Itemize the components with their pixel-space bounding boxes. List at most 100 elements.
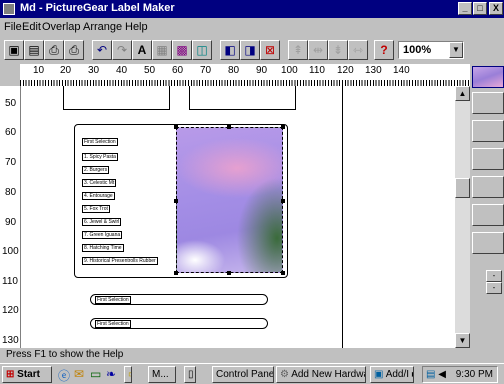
label-item[interactable]: 3. Celestic Mt <box>82 179 117 187</box>
page-margin-line <box>342 86 343 348</box>
thumbnail-slot[interactable] <box>472 148 504 170</box>
help-icon[interactable]: ? <box>374 40 394 60</box>
pill-label[interactable]: First Selection <box>90 294 268 305</box>
scroll-up-button[interactable]: ▲ <box>455 86 470 101</box>
ruler-label: 30 <box>88 65 100 76</box>
frame-tool-icon[interactable]: ▩ <box>172 40 192 60</box>
resize-handle[interactable] <box>174 199 178 203</box>
selected-label[interactable]: First Selection 1. Spicy Pasta 2. Burger… <box>74 124 288 278</box>
bring-front-icon[interactable]: ◧ <box>220 40 240 60</box>
quick-launch-channel-icon[interactable]: ❧ <box>106 367 116 381</box>
thumbnail-slot[interactable] <box>472 120 504 142</box>
menu-bar: File Edit Overlap Arrange Help <box>0 18 504 36</box>
task-button-control-panel[interactable]: Control Panel <box>212 366 274 383</box>
save-icon[interactable]: ▤ <box>24 40 44 60</box>
label-item[interactable]: 2. Burgers <box>82 166 110 174</box>
new-icon[interactable]: ▣ <box>4 40 24 60</box>
resize-handle[interactable] <box>227 125 231 129</box>
task-button-app[interactable]: ▯ <box>184 366 196 383</box>
start-button[interactable]: ⊞ Start <box>2 366 52 383</box>
pill-label[interactable]: First Selection <box>90 318 268 329</box>
image-tool-icon[interactable]: ▦ <box>152 40 172 60</box>
task-button-add-hardware[interactable]: ⚙ Add New Hardware <box>276 366 366 383</box>
task-button-add-remove[interactable]: ▣ Add/I ▸ <box>370 366 414 383</box>
clock[interactable]: 9:30 PM <box>456 367 493 382</box>
redo-icon[interactable]: ↷ <box>112 40 132 60</box>
resize-handle[interactable] <box>281 271 285 275</box>
tray-network-icon[interactable]: ▤ <box>426 369 435 380</box>
window-title: Md - PictureGear Label Maker <box>20 2 175 14</box>
task-label: M... <box>152 369 169 380</box>
menu-arrange[interactable]: Arrange <box>83 21 122 33</box>
vruler-label: 50 <box>5 98 17 109</box>
close-button[interactable]: X <box>489 2 503 15</box>
ruler-label: 50 <box>144 65 156 76</box>
vruler-label: 70 <box>5 157 17 168</box>
chevron-down-icon[interactable]: ▼ <box>449 42 463 58</box>
horizontal-ruler: 10 20 30 40 50 60 70 80 90 100 110 120 1… <box>0 64 470 87</box>
text-tool-icon[interactable]: A <box>132 40 152 60</box>
minimize-button[interactable]: _ <box>458 2 472 15</box>
label-item[interactable]: 4. Entourage <box>82 192 115 200</box>
label-item[interactable]: 7. Green Iguana <box>82 231 123 239</box>
resize-handle[interactable] <box>174 271 178 275</box>
toolbar: ▣ ▤ ⎙ ⎙ ↶ ↷ A ▦ ▩ ◫ ◧ ◨ ⊠ ⇞ ⇹ ⇟ ⇿ ? 100%… <box>0 37 504 63</box>
panel-scroll-up[interactable]: - <box>486 270 502 282</box>
menu-help[interactable]: Help <box>125 21 148 33</box>
thumbnail-slot[interactable] <box>472 204 504 226</box>
quick-launch-ie-icon[interactable]: ⓔ <box>58 367 70 384</box>
print-icon[interactable]: ⎙ <box>64 40 84 60</box>
selected-image[interactable] <box>174 125 285 275</box>
label-frame[interactable] <box>189 86 296 110</box>
windows-logo-icon: ⊞ <box>6 369 15 380</box>
undo-icon[interactable]: ↶ <box>92 40 112 60</box>
label-item[interactable]: 8. Hatching Time <box>82 244 124 252</box>
status-bar: Press F1 to show the Help <box>0 348 504 362</box>
zoom-select[interactable]: 100% ▼ <box>398 41 464 59</box>
label-item[interactable]: 5. Fox Trot <box>82 205 110 213</box>
vertical-scrollbar[interactable]: ▲ ▼ <box>455 86 470 348</box>
task-button-md[interactable]: M... <box>148 366 176 383</box>
align-bottom-icon[interactable]: ⇟ <box>328 40 348 60</box>
menu-edit[interactable]: Edit <box>22 21 41 33</box>
scroll-thumb[interactable] <box>455 178 470 198</box>
thumbnail-slot[interactable] <box>472 176 504 198</box>
hardware-icon: ⚙ <box>280 369 289 380</box>
thumbnail-slot[interactable] <box>472 232 504 254</box>
resize-handle[interactable] <box>281 199 285 203</box>
label-canvas[interactable]: 50 60 70 80 90 100 110 120 130 First Sel… <box>0 86 470 348</box>
vruler-label: 120 <box>2 305 19 316</box>
label-item[interactable]: 6. Jewel & Swirl <box>82 218 122 226</box>
label-header[interactable]: First Selection <box>82 138 118 146</box>
start-label: Start <box>17 369 40 380</box>
delete-object-icon[interactable]: ⊠ <box>260 40 280 60</box>
quick-launch-outlook-icon[interactable]: ✉ <box>74 367 84 381</box>
quick-launch-desktop-icon[interactable]: ▭ <box>90 367 101 381</box>
vruler-label: 80 <box>5 187 17 198</box>
layout-icon[interactable]: ◫ <box>192 40 212 60</box>
task-label: Add/I ▸ <box>385 369 414 380</box>
thumbnail-image[interactable] <box>472 66 504 88</box>
vruler-label: 90 <box>5 217 17 228</box>
distribute-icon[interactable]: ⇿ <box>348 40 368 60</box>
label-frame[interactable] <box>63 86 170 110</box>
align-top-icon[interactable]: ⇞ <box>288 40 308 60</box>
label-item[interactable]: 1. Spicy Pasta <box>82 153 118 161</box>
label-item[interactable]: 9. Historical Presentrolls Rubber <box>82 257 158 265</box>
print-preview-icon[interactable]: ⎙ <box>44 40 64 60</box>
menu-overlap[interactable]: Overlap <box>42 21 81 33</box>
thumbnail-slot[interactable] <box>472 92 504 114</box>
tray-volume-icon[interactable]: ◀ <box>438 369 446 380</box>
resize-handle[interactable] <box>227 271 231 275</box>
resize-handle[interactable] <box>174 125 178 129</box>
zoom-value: 100% <box>403 44 432 56</box>
panel-scroll-down[interactable]: - <box>486 282 502 294</box>
scroll-down-button[interactable]: ▼ <box>455 333 470 348</box>
send-back-icon[interactable]: ◨ <box>240 40 260 60</box>
menu-file[interactable]: File <box>4 21 22 33</box>
ruler-label: 20 <box>60 65 72 76</box>
align-center-icon[interactable]: ⇹ <box>308 40 328 60</box>
task-button-folder[interactable]: ▭ <box>124 366 132 383</box>
maximize-button[interactable]: □ <box>473 2 487 15</box>
resize-handle[interactable] <box>281 125 285 129</box>
